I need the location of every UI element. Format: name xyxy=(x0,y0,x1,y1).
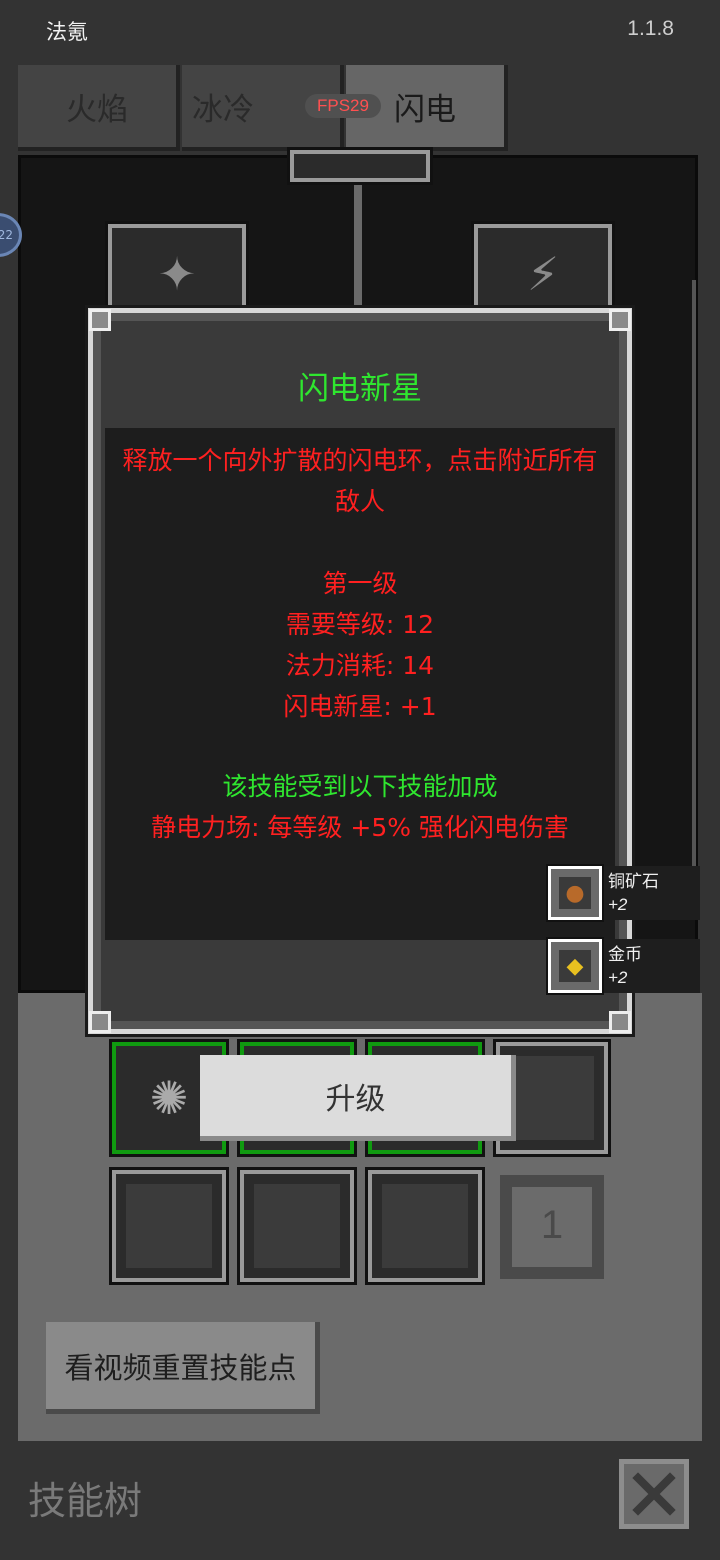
skill-node-6[interactable] xyxy=(237,1167,357,1285)
lightning-nova-icon: ✺ xyxy=(149,1071,189,1125)
pickup-count: +2 xyxy=(608,895,628,914)
synergy-line: 静电力场: 每等级 +5% 强化闪电伤害 xyxy=(151,813,569,842)
skill-node-5[interactable] xyxy=(109,1167,229,1285)
skill-detail-dialog: 闪电新星 释放一个向外扩散的闪电环，点击附近所有敌人 第一级 需要等级: 12 … xyxy=(85,305,635,1037)
page-title: 技能树 xyxy=(28,1479,143,1523)
synergy-header: 该技能受到以下技能加成 xyxy=(222,772,498,801)
dialog-corner xyxy=(89,1011,111,1033)
skill-node-top[interactable] xyxy=(287,147,433,185)
skill-points-box: 1 xyxy=(500,1175,604,1279)
dialog-corner xyxy=(89,309,111,331)
close-button[interactable] xyxy=(619,1459,689,1529)
skill-bonus: 闪电新星: +1 xyxy=(283,692,437,721)
dialog-corner xyxy=(609,309,631,331)
skill-points-value: 1 xyxy=(540,1203,564,1247)
reset-skill-points-button[interactable]: 看视频重置技能点 xyxy=(46,1322,320,1414)
top-bar: 法氪 1.1.8 xyxy=(0,0,720,60)
skill-slot xyxy=(254,1184,340,1268)
skill-slot xyxy=(510,1056,594,1140)
dialog-corner xyxy=(609,1011,631,1033)
tree-connector xyxy=(354,180,362,310)
skill-level-title: 第一级 xyxy=(322,569,398,598)
element-tabs: 火焰 冰冷 闪电 FPS29 xyxy=(18,65,508,153)
upgrade-button[interactable]: 升级 xyxy=(200,1055,516,1141)
app-title: 法氪 xyxy=(46,20,88,44)
skill-node-7[interactable] xyxy=(365,1167,485,1285)
skill-description-panel: 释放一个向外扩散的闪电环，点击附近所有敌人 第一级 需要等级: 12 法力消耗:… xyxy=(105,428,615,940)
tab-lightning-label: 闪电 xyxy=(394,91,456,128)
gold-coin-icon: ◆ xyxy=(559,950,591,982)
fps-badge: FPS29 xyxy=(305,94,381,118)
scrollbar[interactable] xyxy=(692,280,696,880)
copper-ore-icon: ● xyxy=(559,877,591,909)
pickup-name: 金币 xyxy=(608,945,642,965)
required-level: 需要等级: 12 xyxy=(285,610,435,639)
pickup-notification: ◆ 金币 +2 xyxy=(546,937,700,995)
skill-slot xyxy=(126,1184,212,1268)
tab-fire-label: 火焰 xyxy=(66,91,128,128)
tab-fire[interactable]: 火焰 xyxy=(18,65,180,151)
version-label: 1.1.8 xyxy=(627,17,674,40)
pickup-name: 铜矿石 xyxy=(608,872,659,892)
pickup-icon-box: ● xyxy=(546,864,604,922)
skill-description: 释放一个向外扩散的闪电环，点击附近所有敌人 xyxy=(122,446,598,516)
tab-ice-label: 冰冷 xyxy=(192,91,254,128)
bolt-skill-icon: ⚡ xyxy=(526,247,560,301)
pickup-count: +2 xyxy=(608,968,628,987)
mana-cost: 法力消耗: 14 xyxy=(285,651,435,680)
skill-slot xyxy=(382,1184,468,1268)
floating-badge: 22 xyxy=(0,228,13,242)
skill-title: 闪电新星 xyxy=(298,371,422,407)
close-icon xyxy=(632,1472,676,1516)
pickup-notification: ● 铜矿石 +2 xyxy=(546,864,700,922)
pickup-icon-box: ◆ xyxy=(546,937,604,995)
spirit-skill-icon: ✦ xyxy=(157,247,197,301)
